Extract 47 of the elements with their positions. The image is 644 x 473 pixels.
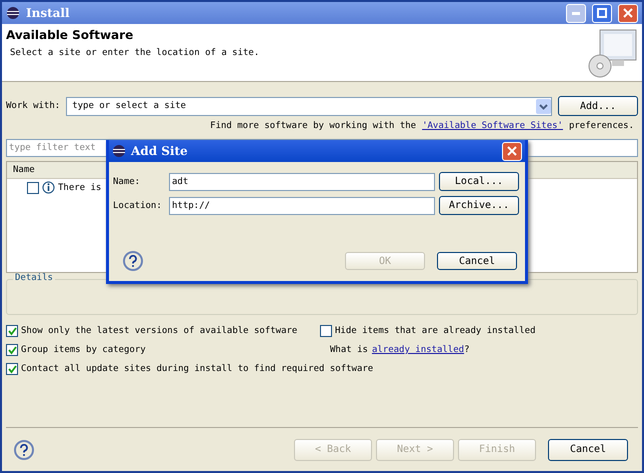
option-label: Hide items that are already installed bbox=[335, 326, 536, 336]
details-label: Details bbox=[13, 273, 55, 283]
info-icon bbox=[42, 181, 55, 194]
checkbox[interactable] bbox=[6, 344, 18, 356]
dialog-title: Add Site bbox=[131, 144, 189, 158]
field-label: Location: bbox=[113, 200, 163, 210]
page-subtitle: Select a site or enter the location of a site. bbox=[9, 48, 260, 58]
checkbox[interactable] bbox=[27, 182, 39, 194]
minimize-button[interactable] bbox=[566, 4, 586, 22]
option-label: Show only the latest versions of available software bbox=[21, 326, 298, 336]
option-label: Group items by category bbox=[21, 345, 146, 355]
work-with-label: Work with: bbox=[6, 101, 60, 111]
help-icon[interactable] bbox=[14, 440, 34, 460]
option-label: Contact all update sites during install to find required software bbox=[21, 364, 374, 374]
close-icon bbox=[623, 8, 633, 18]
text-field[interactable]: adt bbox=[169, 172, 435, 190]
checkbox[interactable] bbox=[320, 325, 332, 337]
browse-button[interactable]: Archive... bbox=[439, 196, 519, 215]
eclipse-icon bbox=[112, 144, 126, 158]
maximize-icon bbox=[597, 8, 607, 18]
close-icon bbox=[507, 146, 517, 156]
add-button[interactable]: Add... bbox=[558, 96, 638, 116]
dialog-button[interactable]: Cancel bbox=[437, 252, 517, 270]
site-combo-box[interactable]: type or select a site bbox=[66, 96, 552, 116]
preferences-text: preferences. bbox=[568, 121, 634, 131]
find-more-text: Find more software by working with the bbox=[210, 121, 416, 131]
checkbox[interactable] bbox=[6, 325, 18, 337]
maximize-button[interactable] bbox=[592, 4, 612, 22]
field-label: Name: bbox=[113, 176, 142, 186]
browse-button[interactable]: Local... bbox=[439, 172, 519, 191]
checkbox[interactable] bbox=[6, 363, 18, 375]
already-installed-link[interactable]: already installed bbox=[372, 345, 464, 355]
site-combo-field[interactable]: type or select a site bbox=[70, 100, 536, 112]
installed-question-text: What is bbox=[330, 345, 368, 355]
question-mark-text: ? bbox=[464, 345, 470, 355]
help-icon[interactable] bbox=[123, 251, 143, 271]
eclipse-icon bbox=[6, 6, 20, 20]
close-button[interactable] bbox=[502, 142, 522, 160]
computer-disc-icon bbox=[586, 28, 638, 78]
close-button[interactable] bbox=[618, 4, 638, 22]
tree-item-label: There is bbox=[58, 182, 102, 192]
text-field[interactable]: http:// bbox=[169, 196, 435, 214]
page-title: Available Software bbox=[6, 28, 134, 42]
wizard-button[interactable]: Cancel bbox=[548, 438, 628, 460]
minimize-icon bbox=[572, 12, 580, 14]
window-title: Install bbox=[26, 6, 71, 20]
available-software-sites-link[interactable]: 'Available Software Sites' bbox=[422, 121, 563, 131]
